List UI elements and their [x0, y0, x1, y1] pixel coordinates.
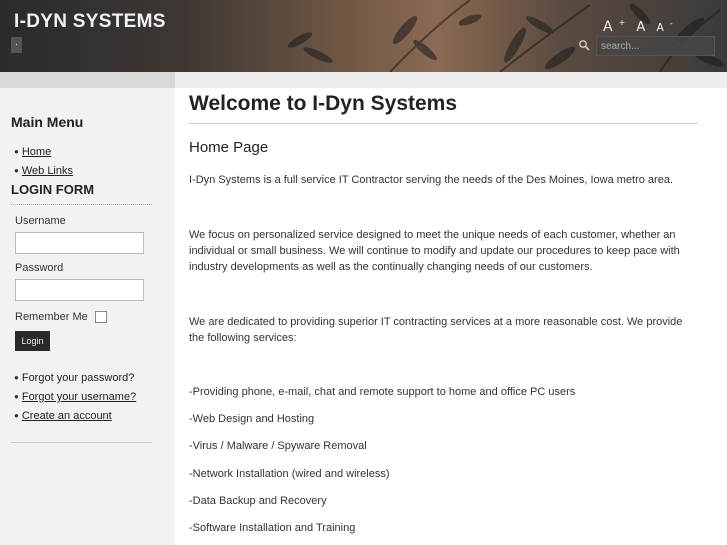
focus-paragraph: We focus on personalized service designe… [189, 229, 680, 273]
site-title[interactable]: I-DYN SYSTEMS [14, 11, 166, 33]
page-title: Welcome to I-Dyn Systems [189, 92, 458, 115]
sidebar: Main Menu ● Home ● Web Links LOGIN FORM Us… [0, 88, 175, 545]
intro-paragraph: I-Dyn Systems is a full service IT Contr… [189, 174, 673, 186]
create-account-link[interactable]: Create an account [22, 410, 112, 422]
login-button[interactable]: Login [15, 331, 50, 351]
tagline-marker: · [11, 37, 22, 53]
login-link-item: ● Forgot your password? [14, 372, 136, 391]
menu-item-home: ● Home [14, 146, 73, 165]
decrease-font-button[interactable]: A- [656, 19, 672, 34]
login-title-divider [11, 204, 152, 205]
forgot-password-link[interactable]: Forgot your password? [22, 372, 135, 384]
reset-font-button[interactable]: A [636, 20, 645, 35]
bullet-icon: ● [14, 392, 19, 401]
main-menu-title: Main Menu [11, 114, 84, 130]
main-menu-list: ● Home ● Web Links [14, 146, 73, 184]
bullet-icon: ● [14, 373, 19, 382]
font-size-tools: A + A A- [603, 16, 679, 35]
password-label: Password [15, 262, 64, 274]
decrease-font-sup: - [669, 19, 673, 29]
header-divider-strip [0, 72, 727, 88]
title-divider [189, 123, 698, 124]
bullet-icon: ● [14, 147, 19, 156]
username-label: Username [15, 215, 66, 227]
remember-me-checkbox[interactable] [95, 311, 107, 323]
decrease-font-letter: A [656, 21, 664, 34]
increase-font-button[interactable]: A + [603, 18, 625, 35]
sidebar-strip-shade [0, 72, 175, 88]
site-header: I-DYN SYSTEMS · A + A A- [0, 0, 727, 72]
sidebar-divider [11, 442, 152, 443]
service-item: -Network Installation (wired and wireles… [189, 468, 390, 480]
page-subheading: Home Page [189, 139, 269, 156]
bullet-icon: ● [14, 411, 19, 420]
login-form-title: LOGIN FORM [11, 182, 95, 197]
forgot-username-link[interactable]: Forgot your username? [22, 391, 136, 403]
increase-font-sup: + [618, 18, 626, 28]
service-item: -Web Design and Hosting [189, 413, 315, 425]
increase-font-letter: A [603, 19, 613, 35]
menu-link-home[interactable]: Home [22, 146, 51, 158]
service-item: -Virus / Malware / Spyware Removal [189, 440, 367, 452]
menu-link-web-links[interactable]: Web Links [22, 165, 73, 177]
service-item: -Providing phone, e-mail, chat and remot… [189, 386, 576, 398]
search-input[interactable] [596, 36, 715, 56]
login-links-list: ● Forgot your password? ● Forgot your user… [14, 372, 136, 429]
service-item: -Software Installation and Training [189, 522, 356, 534]
services-intro-paragraph: We are dedicated to providing superior I… [189, 316, 683, 344]
login-link-item: ● Forgot your username? [14, 391, 136, 410]
service-item: -Data Backup and Recovery [189, 495, 327, 507]
password-field[interactable] [15, 279, 144, 301]
username-field[interactable] [15, 232, 144, 254]
remember-me-label: Remember Me [15, 311, 88, 323]
search-icon [579, 40, 590, 51]
login-link-item: ● Create an account [14, 410, 136, 429]
bullet-icon: ● [14, 166, 19, 175]
